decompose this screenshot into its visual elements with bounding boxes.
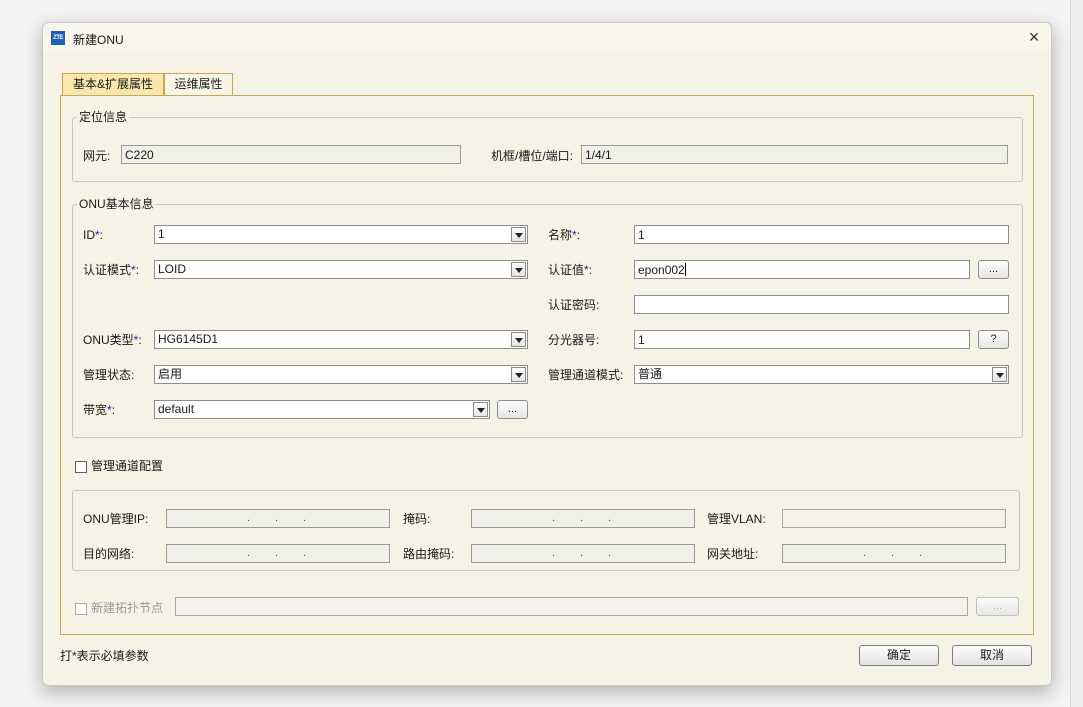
chevron-down-icon[interactable] bbox=[511, 332, 526, 347]
name-input[interactable]: 1 bbox=[634, 225, 1009, 244]
onu-type-value: HG6145D1 bbox=[158, 332, 219, 346]
ne-label: 网元: bbox=[83, 149, 111, 163]
id-select[interactable]: 1 bbox=[154, 225, 528, 244]
port-field[interactable]: 1/4/1 bbox=[581, 145, 1008, 164]
onu-basic-group: ONU基本信息 ID*: 1 名称*: 1 认证模式*: LOID 认证值*: … bbox=[72, 197, 1023, 438]
topology-input[interactable] bbox=[175, 597, 968, 616]
id-select-value: 1 bbox=[158, 227, 165, 241]
required-note: 打*表示必填参数 bbox=[60, 649, 149, 663]
dialog-titlebar: ZTE 新建ONU × bbox=[43, 23, 1051, 53]
admin-state-select[interactable]: 启用 bbox=[154, 365, 528, 384]
gateway-label: 网关地址: bbox=[707, 547, 759, 561]
cancel-button[interactable]: 取消 bbox=[952, 645, 1032, 666]
route-mask-label: 路由掩码: bbox=[403, 547, 455, 561]
zte-app-icon: ZTE bbox=[51, 31, 65, 45]
route-mask-input[interactable]: ... bbox=[471, 544, 695, 563]
port-label: 机框/槽位/端口: bbox=[491, 149, 574, 163]
ok-button[interactable]: 确定 bbox=[859, 645, 939, 666]
topology-checkbox[interactable] bbox=[75, 603, 87, 615]
mask-input[interactable]: ... bbox=[471, 509, 695, 528]
mgmt-channel-mode-label: 管理通道模式: bbox=[548, 368, 624, 382]
tab-panel-basic: 定位信息 网元: C220 机框/槽位/端口: 1/4/1 ONU基本信息 ID… bbox=[60, 95, 1034, 635]
id-label: ID*: bbox=[83, 228, 104, 242]
mask-label: 掩码: bbox=[403, 512, 431, 526]
mgmt-vlan-label: 管理VLAN: bbox=[707, 512, 766, 526]
ne-field[interactable]: C220 bbox=[121, 145, 461, 164]
admin-state-label: 管理状态: bbox=[83, 368, 135, 382]
splitter-input[interactable]: 1 bbox=[634, 330, 970, 349]
dest-network-label: 目的网络: bbox=[83, 547, 135, 561]
location-legend: 定位信息 bbox=[77, 110, 130, 124]
location-group: 定位信息 网元: C220 机框/槽位/端口: 1/4/1 bbox=[72, 110, 1023, 182]
text-caret bbox=[684, 263, 686, 276]
mgmt-channel-checkbox-label[interactable]: 管理通道配置 bbox=[91, 459, 163, 473]
chevron-down-icon[interactable] bbox=[511, 262, 526, 277]
auth-value-input[interactable]: epon002 bbox=[634, 260, 970, 279]
dialog-title: 新建ONU bbox=[73, 33, 124, 47]
bandwidth-more-button[interactable]: ... bbox=[497, 400, 528, 419]
chevron-down-icon[interactable] bbox=[473, 402, 488, 417]
chevron-down-icon[interactable] bbox=[992, 367, 1007, 382]
name-label: 名称*: bbox=[548, 228, 581, 242]
gateway-input[interactable]: ... bbox=[782, 544, 1006, 563]
auth-password-label: 认证密码: bbox=[548, 298, 600, 312]
onu-mgmt-ip-label: ONU管理IP: bbox=[83, 512, 149, 526]
onu-basic-legend: ONU基本信息 bbox=[77, 197, 156, 211]
topology-more-button[interactable]: ... bbox=[976, 597, 1019, 616]
onu-type-label: ONU类型*: bbox=[83, 333, 142, 347]
window-scrollbar[interactable] bbox=[1070, 0, 1083, 707]
onu-mgmt-ip-input[interactable]: ... bbox=[166, 509, 390, 528]
new-onu-dialog: ZTE 新建ONU × 基本&扩展属性 运维属性 定位信息 网元: C220 机… bbox=[42, 22, 1052, 686]
admin-state-value: 启用 bbox=[158, 367, 183, 381]
mgmt-channel-checkbox[interactable] bbox=[75, 461, 87, 473]
onu-type-select[interactable]: HG6145D1 bbox=[154, 330, 528, 349]
splitter-label: 分光器号: bbox=[548, 333, 600, 347]
tab-maintenance[interactable]: 运维属性 bbox=[164, 73, 233, 95]
mgmt-channel-group: ONU管理IP: ... 掩码: ... 管理VLAN: 目的网络: ... 路… bbox=[72, 490, 1020, 571]
close-icon[interactable]: × bbox=[1025, 28, 1043, 47]
bandwidth-value: default bbox=[158, 402, 195, 416]
auth-mode-label: 认证模式*: bbox=[83, 263, 140, 277]
chevron-down-icon[interactable] bbox=[511, 367, 526, 382]
dest-network-input[interactable]: ... bbox=[166, 544, 390, 563]
splitter-help-button[interactable]: ? bbox=[978, 330, 1009, 349]
topology-checkbox-label[interactable]: 新建拓扑节点 bbox=[91, 601, 163, 615]
chevron-down-icon[interactable] bbox=[511, 227, 526, 242]
auth-mode-value: LOID bbox=[158, 262, 187, 276]
auth-password-input[interactable] bbox=[634, 295, 1009, 314]
mgmt-vlan-input[interactable] bbox=[782, 509, 1006, 528]
auth-value-label: 认证值*: bbox=[548, 263, 593, 277]
tab-basic-extended[interactable]: 基本&扩展属性 bbox=[62, 73, 164, 95]
auth-value-more-button[interactable]: ... bbox=[978, 260, 1009, 279]
auth-mode-select[interactable]: LOID bbox=[154, 260, 528, 279]
bandwidth-select[interactable]: default bbox=[154, 400, 490, 419]
mgmt-channel-mode-select[interactable]: 普通 bbox=[634, 365, 1009, 384]
bandwidth-label: 带宽*: bbox=[83, 403, 116, 417]
mgmt-channel-mode-value: 普通 bbox=[638, 367, 663, 381]
